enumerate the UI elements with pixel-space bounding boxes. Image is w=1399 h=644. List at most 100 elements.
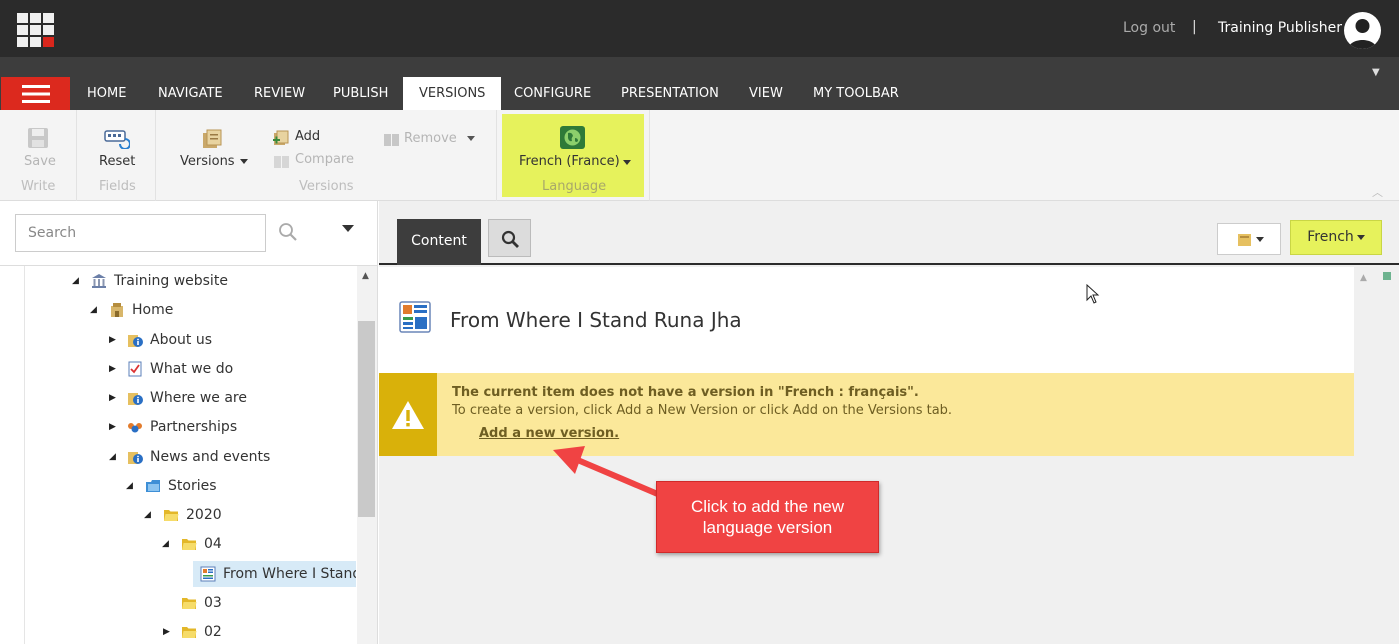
tree-node-04[interactable]: ◢ 04 (25, 531, 356, 557)
folder-icon (182, 539, 197, 550)
tree-node-2020[interactable]: ◢ 2020 (25, 502, 356, 528)
tree-node-training-website[interactable]: ◢ Training website (25, 268, 356, 294)
validation-status-icon (1383, 272, 1391, 280)
expand-arrow-icon[interactable]: ▶ (109, 356, 116, 382)
group-fields-label: Fields (99, 179, 136, 194)
folder-icon (164, 510, 179, 521)
language-switch-label: French (1307, 229, 1354, 245)
article-icon (399, 301, 431, 333)
tab-navigate[interactable]: NAVIGATE (142, 77, 239, 110)
warning-icon-box (379, 373, 437, 456)
chevron-down-icon (1256, 237, 1264, 242)
page-info-icon (128, 452, 143, 464)
website-icon (92, 274, 106, 288)
tree-node-where-we-are[interactable]: ▶ Where we are (25, 385, 356, 411)
tree-node-partnerships[interactable]: ▶ Partnerships (25, 414, 356, 440)
tab-publish[interactable]: PUBLISH (317, 77, 404, 110)
versions-icon (203, 129, 222, 148)
tab-configure[interactable]: CONFIGURE (498, 77, 607, 110)
scroll-up-arrow-icon[interactable]: ▲ (1360, 273, 1367, 283)
ribbon: Save Write Reset Fields Versions Add Com… (0, 110, 1399, 201)
search-options-chevron-icon[interactable] (342, 225, 354, 232)
tab-versions[interactable]: VERSIONS (403, 77, 502, 110)
people-icon (128, 423, 142, 433)
checklist-icon (128, 361, 142, 377)
content-tree-pane: ◢ Training website ◢ Home ▶ (0, 201, 378, 644)
compare-label: Compare (295, 152, 354, 167)
tab-review[interactable]: REVIEW (238, 77, 321, 110)
scroll-up-arrow-icon[interactable]: ▲ (362, 271, 369, 281)
menu-collapse-icon[interactable]: ▼ (1372, 67, 1380, 78)
tree-scrollbar-thumb[interactable] (358, 321, 375, 517)
group-write-label: Write (21, 179, 56, 194)
collapse-ribbon-icon[interactable]: ︿ (1372, 184, 1383, 200)
page-info-icon (128, 335, 143, 347)
add-version-icon (273, 130, 289, 145)
expand-arrow-icon[interactable]: ▶ (163, 619, 170, 644)
expand-arrow-icon[interactable]: ▶ (109, 414, 116, 440)
chevron-down-icon (467, 136, 475, 141)
editor-tab-bar: Content French (379, 201, 1399, 265)
tab-content[interactable]: Content (397, 219, 481, 265)
expand-arrow-icon[interactable]: ▶ (109, 327, 116, 353)
collapse-arrow-icon[interactable]: ◢ (72, 268, 79, 294)
tree-node-about-us[interactable]: ▶ About us (25, 327, 356, 353)
warning-title: The current item does not have a version… (452, 385, 919, 400)
tree-node-news-and-events[interactable]: ◢ News and events (25, 444, 356, 470)
folder-icon (182, 627, 197, 638)
globe-icon (560, 126, 585, 149)
collapse-arrow-icon[interactable]: ◢ (109, 444, 116, 470)
chevron-down-icon (240, 159, 248, 164)
tree-node-stories[interactable]: ◢ Stories (25, 473, 356, 499)
callout-line-1: Click to add the new (690, 497, 845, 516)
tab-my-toolbar[interactable]: MY TOOLBAR (797, 77, 915, 110)
folder-icon (182, 598, 197, 609)
editor-scrollbar[interactable]: ▲ (1354, 267, 1399, 644)
save-label: Save (24, 154, 56, 169)
add-label: Add (295, 129, 321, 144)
collapse-arrow-icon[interactable]: ◢ (162, 531, 169, 557)
language-label: French (France) (519, 154, 620, 169)
remove-label: Remove (404, 131, 457, 146)
expand-arrow-icon[interactable]: ▶ (109, 385, 116, 411)
avatar[interactable] (1344, 12, 1381, 49)
tree-node-03[interactable]: 03 (25, 590, 356, 616)
hamburger-menu-button[interactable] (1, 77, 70, 110)
mouse-cursor-icon (1086, 284, 1100, 304)
chevron-down-icon (1356, 234, 1365, 240)
stories-folder-icon (146, 480, 160, 492)
tree-node-home[interactable]: ◢ Home (25, 297, 356, 323)
warning-banner: The current item does not have a version… (379, 373, 1354, 456)
collapse-arrow-icon[interactable]: ◢ (144, 502, 151, 528)
home-icon (111, 303, 123, 317)
language-switch-button[interactable]: French (1290, 220, 1382, 255)
collapse-arrow-icon[interactable]: ◢ (126, 473, 133, 499)
search-icon[interactable] (278, 222, 298, 242)
tab-presentation[interactable]: PRESENTATION (605, 77, 735, 110)
group-language-label: Language (542, 179, 607, 194)
content-tree: ◢ Training website ◢ Home ▶ About us ▶ W… (24, 266, 356, 644)
tree-node-02[interactable]: ▶ 02 (25, 619, 356, 644)
logout-link[interactable]: Log out (1123, 20, 1175, 36)
warning-icon (392, 400, 424, 429)
group-versions-label: Versions (299, 179, 354, 194)
tree-node-from-where-i-stand[interactable]: From Where I Stand R (193, 561, 356, 587)
tab-home[interactable]: HOME (71, 77, 142, 110)
search-input[interactable] (15, 214, 266, 252)
tree-node-what-we-do[interactable]: ▶ What we do (25, 356, 356, 382)
user-name[interactable]: Training Publisher (1218, 20, 1342, 36)
menu-bar: HOME NAVIGATE REVIEW PUBLISH VERSIONS CO… (0, 57, 1399, 110)
reset-fields-icon (104, 130, 130, 149)
annotation-callout: Click to add the new language version (656, 481, 879, 553)
top-bar: Log out | Training Publisher (0, 0, 1399, 57)
article-icon (200, 566, 216, 582)
tab-search[interactable] (488, 219, 531, 257)
add-new-version-link[interactable]: Add a new version. (479, 426, 619, 441)
app-launcher-icon[interactable] (17, 13, 54, 48)
tab-view[interactable]: VIEW (733, 77, 799, 110)
page-info-icon (128, 393, 143, 405)
item-commands-button[interactable] (1217, 223, 1281, 255)
editor-content: From Where I Stand Runa Jha The current … (379, 267, 1354, 644)
search-icon (501, 230, 519, 248)
collapse-arrow-icon[interactable]: ◢ (90, 297, 97, 323)
